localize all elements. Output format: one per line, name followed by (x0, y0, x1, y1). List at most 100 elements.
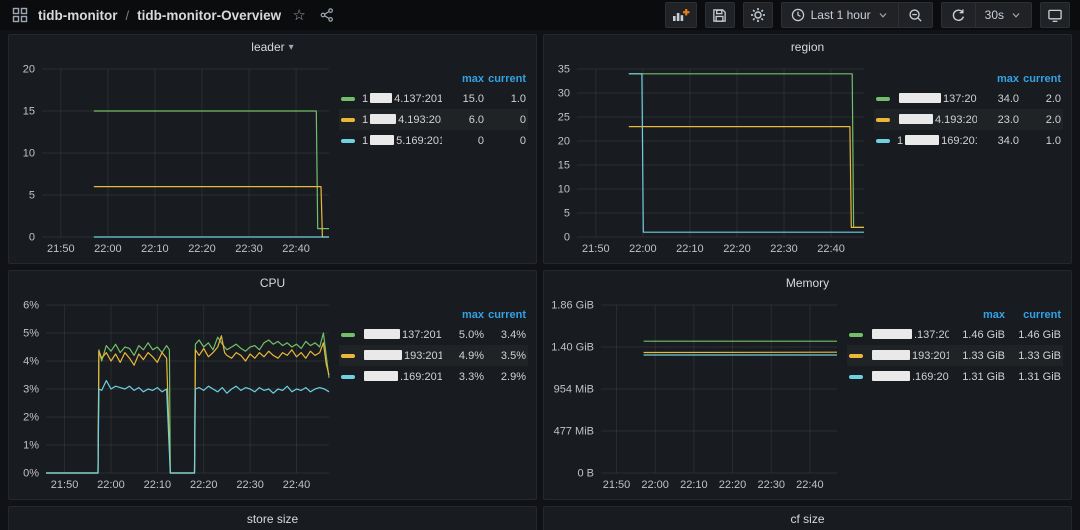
legend-sort-current[interactable]: current (1019, 73, 1061, 85)
memory-time-series-chart[interactable]: 0 B477 MiB954 MiB1.40 GiB1.86 GiB21:5022… (546, 295, 843, 495)
svg-text:22:20: 22:20 (719, 479, 747, 491)
legend-sort-max[interactable]: max (442, 73, 484, 85)
zoom-out-time-button[interactable] (898, 3, 932, 27)
legend-sort-max[interactable]: max (949, 309, 1005, 321)
svg-text:21:50: 21:50 (47, 243, 75, 255)
legend-row[interactable]: 1169:2018834.01.0 (874, 130, 1063, 151)
legend-max-value: 0 (442, 135, 484, 147)
svg-text:15: 15 (558, 160, 570, 172)
svg-text:5%: 5% (23, 328, 39, 340)
series-label[interactable]: 137:20188 (362, 329, 442, 341)
series-label[interactable]: .169:20188 (870, 371, 949, 383)
star-icon[interactable]: ☆ (289, 5, 309, 25)
legend-sort-current[interactable]: current (484, 73, 526, 85)
legend-row[interactable]: .137:201881.46 GiB1.46 GiB (847, 324, 1063, 345)
dashboard-grid: leader ▾ 0510152021:5022:0022:1022:2022:… (0, 30, 1080, 530)
chart-svg: 0510152025303521:5022:0022:1022:2022:302… (546, 59, 870, 259)
series-label[interactable]: 137:20188 (897, 93, 977, 105)
legend-sort-current[interactable]: current (1005, 309, 1061, 321)
svg-text:20: 20 (23, 64, 35, 76)
panel-memory-header[interactable]: Memory (544, 271, 1071, 295)
legend-row[interactable]: 193:201881.33 GiB1.33 GiB (847, 345, 1063, 366)
svg-text:22:30: 22:30 (757, 479, 785, 491)
leader-time-series-chart[interactable]: 0510152021:5022:0022:1022:2022:3022:40 (11, 59, 335, 259)
series-color-swatch (341, 139, 355, 143)
cpu-time-series-chart[interactable]: 0%1%2%3%4%5%6%21:5022:0022:1022:2022:302… (11, 295, 335, 495)
svg-text:22:30: 22:30 (235, 243, 263, 255)
series-label[interactable]: 4.193:20188 (897, 114, 977, 126)
legend-row[interactable]: 4.193:2018823.02.0 (874, 109, 1063, 130)
legend-sort-current[interactable]: current (484, 309, 526, 321)
redaction-mask (905, 135, 939, 145)
memory-legend: maxcurrent.137:201881.46 GiB1.46 GiB193:… (843, 295, 1065, 495)
chevron-down-icon (1010, 9, 1022, 21)
panel-cpu-header[interactable]: CPU (9, 271, 536, 295)
svg-text:3%: 3% (23, 384, 39, 396)
cpu-legend: maxcurrent137:201885.0%3.4%193:201884.9%… (335, 295, 530, 495)
legend-sort-max[interactable]: max (442, 309, 484, 321)
legend-row[interactable]: 137:2018834.02.0 (874, 88, 1063, 109)
legend-current-value: 1.0 (484, 93, 526, 105)
region-time-series-chart[interactable]: 0510152025303521:5022:0022:1022:2022:302… (546, 59, 870, 259)
series-color-swatch (341, 97, 355, 101)
panel-cf-size-header[interactable]: cf size (544, 507, 1071, 530)
series-color-swatch (876, 97, 890, 101)
dashboard-settings-button[interactable] (743, 2, 773, 28)
series-label[interactable]: .169:20188 (362, 371, 442, 383)
legend-row[interactable]: 14.137:2018815.01.0 (339, 88, 528, 109)
dashboard-toolbar: Last 1 hour 30s (665, 2, 1070, 28)
panel-cf-size: cf size (543, 506, 1072, 530)
svg-text:5: 5 (564, 208, 570, 220)
redaction-mask (872, 371, 910, 381)
share-icon[interactable] (317, 5, 337, 25)
legend-row[interactable]: 14.193:201886.00 (339, 109, 528, 130)
legend-sort-max[interactable]: max (977, 73, 1019, 85)
monitor-icon (1047, 8, 1063, 23)
legend-row[interactable]: 137:201885.0%3.4% (339, 324, 528, 345)
panel-region-header[interactable]: region (544, 35, 1071, 59)
svg-text:10: 10 (23, 148, 35, 160)
series-label[interactable]: 193:20188 (362, 350, 442, 362)
refresh-button[interactable] (942, 3, 975, 27)
panel-store-size: store size (8, 506, 537, 530)
series-label[interactable]: 14.137:20188 (362, 93, 442, 105)
series-label[interactable]: 14.193:20188 (362, 114, 442, 126)
panel-store-size-header[interactable]: store size (9, 507, 536, 530)
legend-row[interactable]: .169:201881.31 GiB1.31 GiB (847, 366, 1063, 387)
series-color-swatch (876, 139, 890, 143)
svg-text:22:40: 22:40 (282, 243, 310, 255)
series-label[interactable]: 1169:20188 (897, 135, 977, 147)
magnifier-minus-icon (908, 8, 923, 23)
breadcrumb-dashboard[interactable]: tidb-monitor-Overview (137, 8, 281, 23)
refresh-interval-button[interactable]: 30s (975, 3, 1031, 27)
legend-max-value: 5.0% (442, 329, 484, 341)
series-label[interactable]: 193:20188 (870, 350, 949, 362)
cycle-view-mode-button[interactable] (1040, 2, 1070, 28)
breadcrumb-folder[interactable]: tidb-monitor (38, 8, 117, 23)
dashboards-grid-icon[interactable] (10, 5, 30, 25)
svg-text:21:50: 21:50 (582, 243, 610, 255)
svg-text:0%: 0% (23, 468, 39, 480)
panel-leader-header[interactable]: leader ▾ (9, 35, 536, 59)
panel-title: leader (251, 40, 284, 54)
legend-row[interactable]: .169:201883.3%2.9% (339, 366, 528, 387)
svg-text:22:30: 22:30 (770, 243, 798, 255)
time-range-button[interactable]: Last 1 hour (782, 3, 898, 27)
legend-row[interactable]: 193:201884.9%3.5% (339, 345, 528, 366)
svg-text:0: 0 (29, 232, 35, 244)
add-panel-button[interactable] (665, 2, 697, 28)
legend-current-value: 3.4% (484, 329, 526, 341)
series-label[interactable]: .137:20188 (870, 329, 949, 341)
svg-text:22:20: 22:20 (190, 479, 218, 491)
series-color-swatch (849, 354, 863, 358)
series-label[interactable]: 15.169:20188 (362, 135, 442, 147)
save-dashboard-button[interactable] (705, 2, 735, 28)
svg-text:22:40: 22:40 (817, 243, 845, 255)
panel-menu-caret-icon[interactable]: ▾ (289, 42, 294, 53)
legend-max-value: 1.33 GiB (949, 350, 1005, 362)
panel-cpu: CPU 0%1%2%3%4%5%6%21:5022:0022:1022:2022… (8, 270, 537, 500)
svg-text:1.86 GiB: 1.86 GiB (551, 300, 594, 312)
series-color-swatch (341, 354, 355, 358)
time-picker: Last 1 hour (781, 2, 933, 28)
legend-row[interactable]: 15.169:2018800 (339, 130, 528, 151)
